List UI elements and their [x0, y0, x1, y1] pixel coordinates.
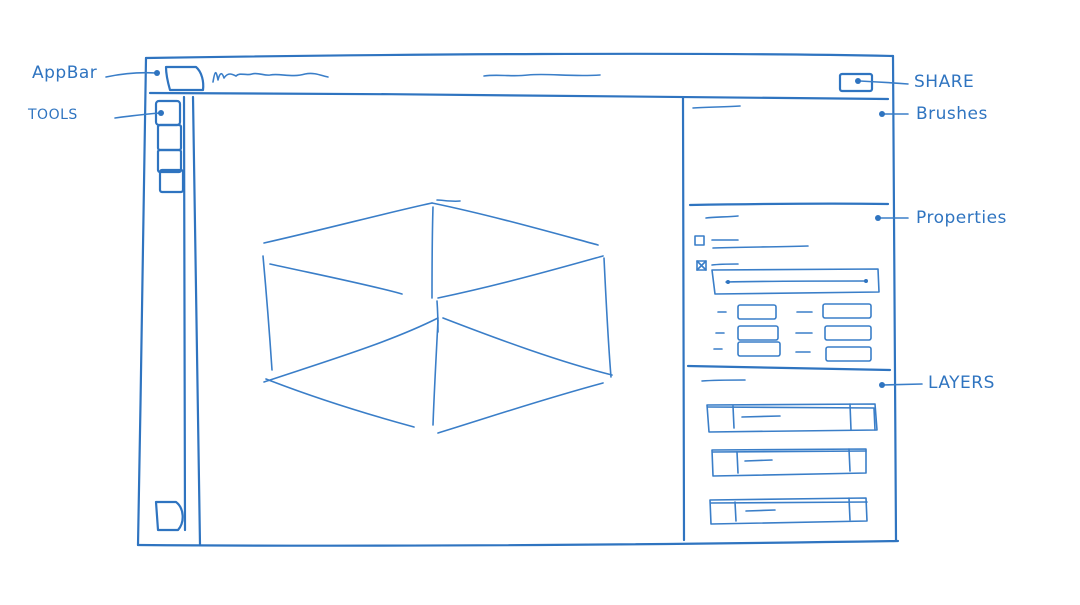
appbar-callout-label: AppBar [32, 63, 98, 83]
property-field-row [715, 325, 872, 341]
layer-item[interactable] [711, 448, 867, 477]
tools-panel [154, 95, 202, 547]
brushes-callout-label: Brushes [916, 104, 988, 124]
property-field-row [717, 303, 872, 320]
app-bar [148, 65, 890, 101]
app-title-scribble [212, 71, 329, 83]
app-menu-icon[interactable] [164, 65, 205, 92]
property-field-right-2[interactable] [824, 325, 872, 341]
property-field-left-3[interactable] [737, 341, 781, 357]
callout-connectors [105, 70, 923, 388]
cube-sketch [262, 199, 613, 434]
property-field-left-2[interactable] [737, 325, 779, 341]
canvas-area [262, 199, 613, 434]
properties-heading-scribble [705, 215, 739, 219]
layers-panel [701, 379, 878, 525]
document-title-scribble [483, 73, 601, 77]
property-field-left-1[interactable] [737, 304, 777, 320]
properties-panel [686, 215, 892, 372]
properties-callout-label: Properties [916, 208, 1007, 228]
checkbox-unchecked[interactable] [694, 235, 705, 246]
property-field-row [713, 341, 872, 362]
tool-button-3[interactable] [156, 148, 183, 174]
property-field-right-3[interactable] [825, 346, 872, 362]
window-frame [136, 52, 900, 547]
brushes-panel [688, 105, 890, 207]
layers-callout-label: LAYERS [928, 373, 995, 393]
layer-item[interactable] [709, 497, 868, 525]
share-callout-label: SHARE [914, 72, 975, 92]
layer-item[interactable] [706, 403, 878, 433]
brushes-heading-scribble [692, 105, 741, 109]
property-field-right-1[interactable] [822, 303, 872, 319]
tools-callout-label: TOOLS [28, 107, 78, 123]
wireframe-sketch: AppBar TOOLS SHARE Brushes Properties LA… [0, 0, 1080, 600]
layers-heading-scribble [701, 379, 746, 382]
bottom-tool-button[interactable] [154, 500, 184, 532]
tool-button-2[interactable] [156, 123, 183, 152]
tool-button-4[interactable] [158, 168, 185, 194]
